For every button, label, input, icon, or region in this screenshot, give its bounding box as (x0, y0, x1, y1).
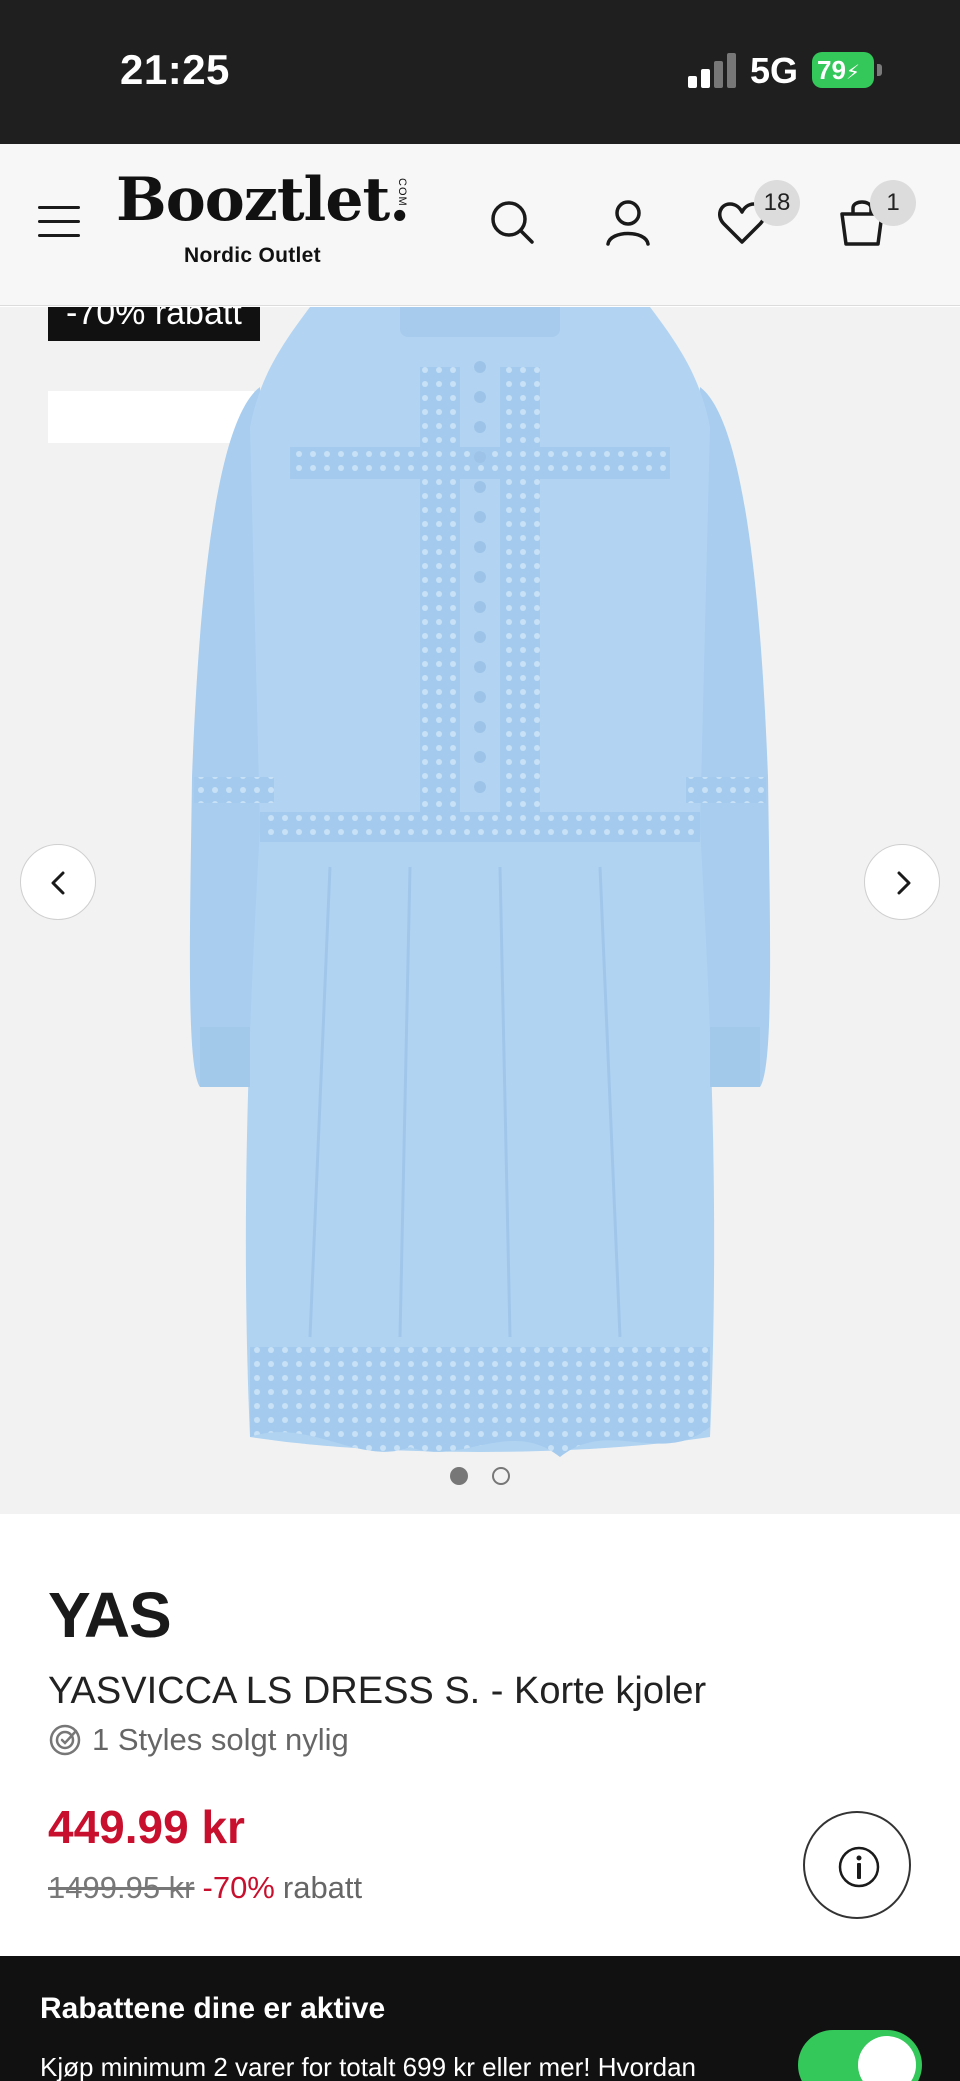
discount-label: rabatt (282, 1870, 363, 1905)
original-price: 1499.95 kr (48, 1870, 195, 1905)
sold-recently-text: 1 Styles solgt nylig (92, 1722, 349, 1757)
price-info-button[interactable] (803, 1811, 911, 1919)
discount-promo-bar: Rabattene dine er aktive Kjøp minimum 2 … (0, 1956, 960, 2081)
search-icon[interactable] (482, 192, 542, 252)
site-logo[interactable]: Booztlet. COM Nordic Outlet (116, 170, 416, 280)
promo-title: Rabattene dine er aktive (40, 1992, 386, 2025)
logo-subtitle: Nordic Outlet (184, 244, 321, 267)
logo-wordmark: Booztlet. (116, 165, 410, 235)
cart-button[interactable]: 1 (832, 180, 916, 252)
site-header: Booztlet. COM Nordic Outlet 18 1 (0, 144, 960, 306)
battery-level: 79⚡ (812, 52, 874, 88)
gallery-dot-2[interactable] (492, 1467, 511, 1485)
current-price: 449.99 kr (48, 1801, 245, 1853)
signal-icon (688, 52, 738, 88)
chevron-right-icon (897, 871, 911, 895)
discount-toggle[interactable] (798, 2030, 922, 2081)
product-gallery[interactable]: -70% rabatt (0, 307, 960, 1514)
next-image-button[interactable] (864, 844, 940, 920)
wishlist-button[interactable]: 18 (712, 180, 800, 252)
target-icon (49, 1724, 81, 1756)
status-bar: 21:25 5G 79⚡ (0, 0, 960, 144)
logo-com: COM (396, 178, 408, 207)
chevron-left-icon (51, 871, 65, 895)
wishlist-count-badge: 18 (754, 180, 800, 226)
promo-text: Kjøp minimum 2 varer for totalt 699 kr e… (40, 2052, 696, 2081)
product-brand[interactable]: YAS (48, 1578, 172, 1652)
price-comparison: 1499.95 kr -70% rabatt (48, 1870, 362, 1906)
discount-percent: -70% (202, 1870, 275, 1905)
gallery-dot-1[interactable] (449, 1467, 468, 1485)
product-image[interactable] (180, 307, 780, 1467)
battery-icon: 79⚡ (812, 52, 882, 88)
prev-image-button[interactable] (20, 844, 96, 920)
gallery-pagination (0, 1467, 960, 1491)
product-name: YASVICCA LS DRESS S. - Korte kjoler (48, 1670, 707, 1712)
user-icon[interactable] (598, 192, 658, 252)
sold-recently: 1 Styles solgt nylig (48, 1720, 349, 1760)
cart-count-badge: 1 (870, 180, 916, 226)
menu-icon[interactable] (38, 206, 80, 240)
network-label: 5G (750, 50, 799, 91)
status-time: 21:25 (120, 46, 230, 93)
info-icon (838, 1846, 880, 1888)
